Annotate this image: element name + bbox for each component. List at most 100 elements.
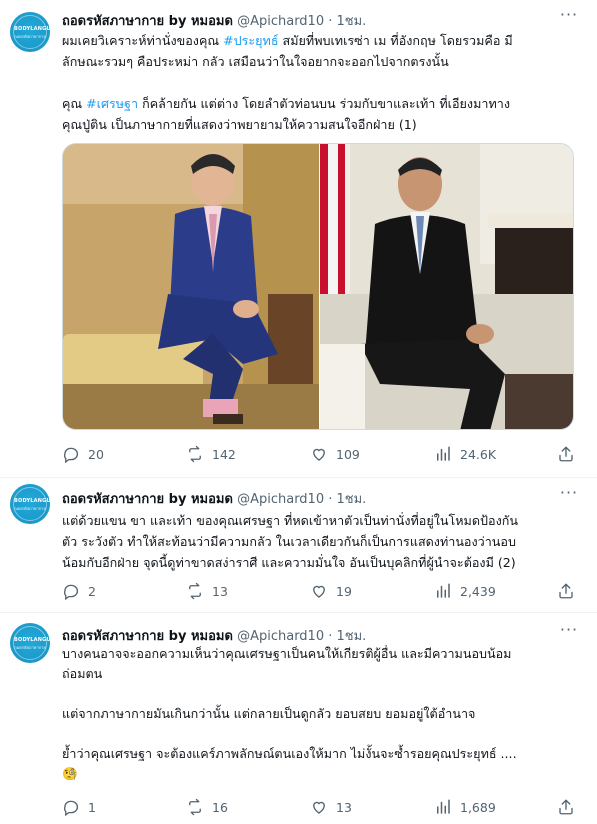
tweet-media[interactable] xyxy=(62,143,574,430)
timestamp[interactable]: · 1ชม. xyxy=(328,629,366,644)
views-count: 2,439 xyxy=(460,583,496,599)
retweet-icon xyxy=(189,582,201,600)
avatar-ring xyxy=(13,15,47,49)
hashtag-link[interactable]: #ประยุทธ์ xyxy=(223,33,278,48)
views-icon xyxy=(437,799,450,814)
text-line-blank xyxy=(62,684,582,704)
tweet-text: แต่ด้วยแขน ขา และเท้า ของคุณเศรษฐา ที่หด… xyxy=(62,510,582,573)
text-segment: ลักษณะรวมๆ คือประหม่า กลัว เสมือนว่าในใจ… xyxy=(62,54,449,69)
reply-button[interactable]: 1 xyxy=(62,796,96,818)
photo-right-image xyxy=(320,144,573,429)
avatar-ring xyxy=(13,626,47,660)
reply-count: 20 xyxy=(88,446,104,462)
reply-button[interactable]: 2 xyxy=(62,580,96,602)
reply-count: 1 xyxy=(88,799,96,815)
text-line: บางคนอาจจะออกความเห็นว่าคุณเศรษฐาเป็นคนใ… xyxy=(62,646,512,661)
text-segment: คุณปู่ติน เป็นภาษากายที่แสดงว่าพยายามให้… xyxy=(62,117,417,132)
views-button[interactable]: 1,689 xyxy=(434,796,496,818)
retweet-icon xyxy=(189,445,201,463)
tweet-header: ถอดรหัสภาษากาย by หมอมด @Apichard10 · 1ช… xyxy=(62,10,366,31)
author-handle[interactable]: @Apichard10 xyxy=(237,14,324,29)
retweet-count: 13 xyxy=(212,583,228,599)
author-name[interactable]: ถอดรหัสภาษากาย by หมอมด xyxy=(62,492,233,507)
avatar[interactable]: BODYLANGUAGE CLA ถอดรหัสภาษากาย xyxy=(10,623,50,663)
photo-right[interactable] xyxy=(320,144,573,429)
text-line: ลักษณะรวมๆ คือประหม่า กลัว เสมือนว่าในใจ… xyxy=(62,51,582,72)
timestamp[interactable]: · 1ชม. xyxy=(328,14,366,29)
share-button[interactable] xyxy=(557,443,583,465)
reply-count: 2 xyxy=(88,583,96,599)
text-line-blank xyxy=(62,724,582,744)
views-button[interactable]: 24.6K xyxy=(434,443,496,465)
retweet-button[interactable]: 16 xyxy=(186,796,228,818)
like-icon xyxy=(313,448,325,461)
tweet-actions: 1 16 13 1,689 xyxy=(62,796,582,818)
emoji: 🧐 xyxy=(62,766,78,781)
tweet-header: ถอดรหัสภาษากาย by หมอมด @Apichard10 · 1ช… xyxy=(62,625,366,646)
text-segment: คุณ xyxy=(62,96,87,111)
text-line: คุณ #เศรษฐา ก็คล้ายกัน แต่ต่าง โดยลำตัวท… xyxy=(62,93,582,114)
reply-icon xyxy=(64,584,79,600)
more-icon[interactable]: ··· xyxy=(558,7,580,26)
author-handle[interactable]: @Apichard10 xyxy=(237,629,324,644)
like-count: 13 xyxy=(336,799,352,815)
like-icon xyxy=(313,585,325,598)
views-icon xyxy=(437,446,450,461)
like-count: 19 xyxy=(336,583,352,599)
tweet-actions: 20 142 109 24.6K xyxy=(62,443,582,465)
author-name[interactable]: ถอดรหัสภาษากาย by หมอมด xyxy=(62,629,233,644)
text-line-blank xyxy=(62,72,582,93)
retweet-count: 142 xyxy=(212,446,236,462)
photo-left-image xyxy=(63,144,319,429)
avatar[interactable]: BODYLANGUAGE CLA ถอดรหัสภาษากาย xyxy=(10,12,50,52)
avatar-line1: BODYLANGUAGE CLA xyxy=(14,498,50,504)
share-icon xyxy=(559,583,573,599)
avatar[interactable]: BODYLANGUAGE CLA ถอดรหัสภาษากาย xyxy=(10,484,50,524)
tweet-text: บางคนอาจจะออกความเห็นว่าคุณเศรษฐาเป็นคนใ… xyxy=(62,644,582,784)
divider xyxy=(0,612,597,613)
share-icon xyxy=(559,799,573,815)
retweet-icon xyxy=(189,798,201,816)
views-icon xyxy=(437,583,450,598)
retweet-button[interactable]: 13 xyxy=(186,580,228,602)
views-count: 1,689 xyxy=(460,799,496,815)
avatar-line2: ถอดรหัสภาษากาย xyxy=(14,34,46,39)
like-count: 109 xyxy=(336,446,360,462)
divider xyxy=(0,477,597,478)
timestamp[interactable]: · 1ชม. xyxy=(328,492,366,507)
text-line: ถ่อมตน xyxy=(62,666,103,681)
hashtag-link[interactable]: #เศรษฐา xyxy=(86,96,138,111)
reply-button[interactable]: 20 xyxy=(62,443,104,465)
retweet-count: 16 xyxy=(212,799,228,815)
avatar-ring xyxy=(13,487,47,521)
text-line: ผมเคยวิเคราะห์ท่านั่งของคุณ #ประยุทธ์ สม… xyxy=(62,30,582,51)
author-handle[interactable]: @Apichard10 xyxy=(237,492,324,507)
like-button[interactable]: 13 xyxy=(310,796,352,818)
reply-icon xyxy=(64,447,79,463)
share-button[interactable] xyxy=(557,580,583,602)
text-line: ย้ำว่าคุณเศรษฐา จะต้องแคร์ภาพลักษณ์ตนเอง… xyxy=(62,746,517,761)
avatar-line2: ถอดรหัสภาษากาย xyxy=(14,506,46,511)
more-icon[interactable]: ··· xyxy=(558,485,580,504)
more-icon[interactable]: ··· xyxy=(558,622,580,641)
like-button[interactable]: 19 xyxy=(310,580,352,602)
text-segment: ก็คล้ายกัน แต่ต่าง โดยลำตัวท่อนบน ร่วมกั… xyxy=(138,96,510,111)
tweet-actions: 2 13 19 2,439 xyxy=(62,580,582,602)
author-name[interactable]: ถอดรหัสภาษากาย by หมอมด xyxy=(62,14,233,29)
views-button[interactable]: 2,439 xyxy=(434,580,496,602)
text-line: น้อมกับอีกฝ่าย จุดนี้ดูท่าขาดสง่าราศี แล… xyxy=(62,555,516,570)
text-line: ตัว ระวังตัว ทำให้สะท้อนว่ามีความกลัว ใน… xyxy=(62,534,516,549)
views-count: 24.6K xyxy=(460,446,497,462)
avatar-line1: BODYLANGUAGE CLA xyxy=(14,26,50,32)
share-button[interactable] xyxy=(557,796,583,818)
text-line: คุณปู่ติน เป็นภาษากายที่แสดงว่าพยายามให้… xyxy=(62,114,582,135)
text-line: แต่จากภาษากายมันเกินกว่านั้น แต่กลายเป็น… xyxy=(62,706,476,721)
share-icon xyxy=(559,446,573,462)
avatar-line1: BODYLANGUAGE CLA xyxy=(14,637,50,643)
tweet-text: ผมเคยวิเคราะห์ท่านั่งของคุณ #ประยุทธ์ สม… xyxy=(62,30,582,135)
text-line: แต่ด้วยแขน ขา และเท้า ของคุณเศรษฐา ที่หด… xyxy=(62,513,518,528)
photo-left[interactable] xyxy=(63,144,319,429)
like-icon xyxy=(313,801,325,814)
like-button[interactable]: 109 xyxy=(310,443,360,465)
retweet-button[interactable]: 142 xyxy=(186,443,236,465)
